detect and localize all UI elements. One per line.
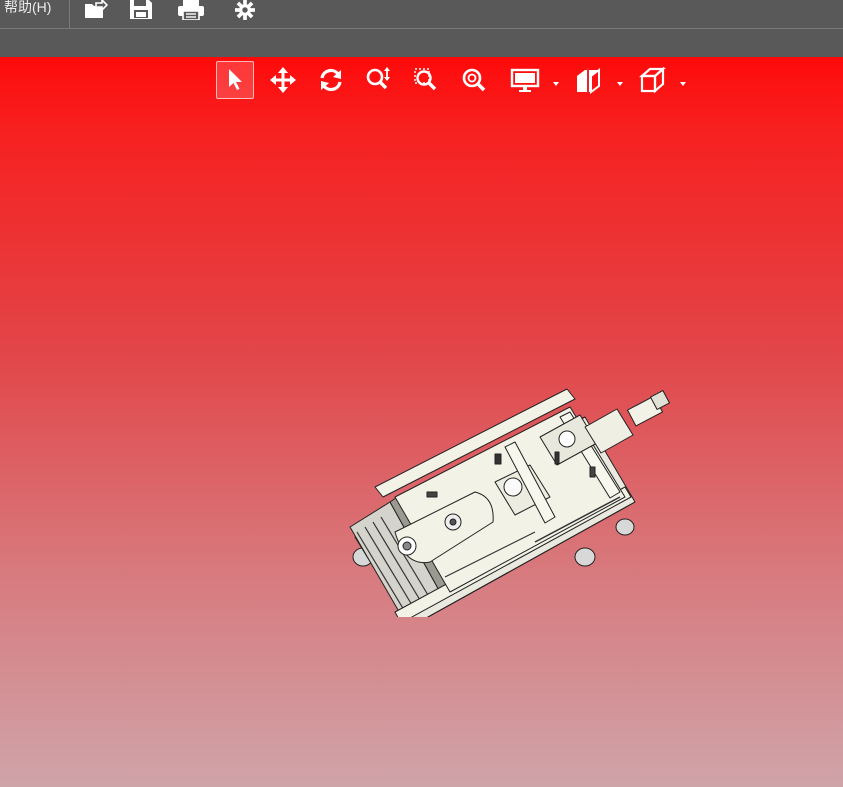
- zoom-window-icon: [413, 67, 441, 93]
- display-mode-button[interactable]: [506, 61, 544, 99]
- open-button[interactable]: [80, 0, 110, 24]
- standard-view-dropdown[interactable]: [678, 75, 688, 86]
- select-pointer-icon: [226, 68, 244, 92]
- pan-icon: [270, 67, 296, 93]
- section-view-icon: [573, 66, 603, 94]
- print-icon: [177, 0, 205, 20]
- standard-view-icon: [637, 66, 667, 94]
- zoom-fit-tool-button[interactable]: [456, 61, 494, 99]
- display-mode-dropdown[interactable]: [551, 75, 561, 86]
- zoom-fit-icon: [461, 67, 489, 93]
- 3d-viewport[interactable]: [0, 57, 843, 787]
- zoom-icon: [365, 67, 393, 93]
- rotate-icon: [317, 67, 345, 93]
- gear-icon: [234, 0, 256, 20]
- pan-tool-button[interactable]: [264, 61, 302, 99]
- select-tool-button[interactable]: [216, 61, 254, 99]
- menu-help[interactable]: 帮助(H): [4, 0, 51, 27]
- 3d-model-assembly[interactable]: [335, 327, 685, 617]
- zoom-window-tool-button[interactable]: [408, 61, 446, 99]
- save-button[interactable]: [126, 0, 156, 24]
- toolbar-separator: [69, 0, 70, 28]
- open-icon: [82, 0, 108, 20]
- settings-button[interactable]: [230, 0, 260, 24]
- display-mode-icon: [510, 67, 540, 93]
- main-toolbar: 帮助(H): [0, 0, 843, 29]
- chevron-down-icon: [615, 75, 625, 92]
- chevron-down-icon: [678, 75, 688, 92]
- standard-view-button[interactable]: [633, 61, 671, 99]
- secondary-toolbar: [0, 29, 843, 57]
- print-button[interactable]: [176, 0, 206, 24]
- zoom-tool-button[interactable]: [360, 61, 398, 99]
- chevron-down-icon: [551, 75, 561, 92]
- save-icon: [128, 0, 154, 20]
- rotate-tool-button[interactable]: [312, 61, 350, 99]
- section-view-dropdown[interactable]: [615, 75, 625, 86]
- section-view-button[interactable]: [569, 61, 607, 99]
